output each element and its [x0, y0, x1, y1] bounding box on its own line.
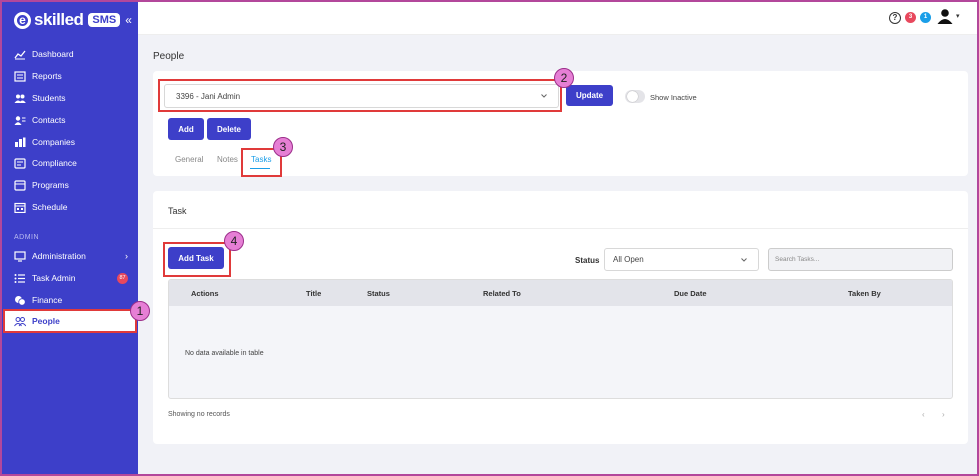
logo-text: skilled: [34, 10, 84, 29]
building-icon: [14, 137, 26, 148]
programs-icon: [14, 179, 26, 191]
sidebar: e skilled SMS « Dashboard Reports Studen…: [2, 2, 138, 474]
coins-icon: [14, 295, 26, 306]
prev-page-button[interactable]: ‹: [922, 410, 925, 419]
page-title: People: [153, 51, 185, 62]
sidebar-item-label: Administration: [32, 251, 86, 261]
records-info: Showing no records: [168, 411, 230, 418]
callout-4: 4: [224, 231, 244, 251]
sidebar-item-label: Task Admin: [32, 273, 76, 283]
column-header-related-to[interactable]: Related To: [483, 289, 521, 298]
add-task-button[interactable]: Add Task: [168, 247, 224, 269]
caret-down-icon[interactable]: ▾: [956, 12, 960, 20]
tasks-table: Actions Title Status Related To Due Date…: [168, 279, 953, 399]
column-header-title[interactable]: Title: [306, 289, 321, 298]
user-avatar-icon[interactable]: [937, 8, 953, 24]
top-bar: ? 3 1 ▾: [138, 2, 977, 35]
sidebar-item-label: Compliance: [32, 158, 77, 168]
search-tasks-input[interactable]: [768, 248, 953, 271]
help-icon[interactable]: ?: [889, 12, 901, 24]
people-icon: [14, 316, 26, 327]
logo-e-icon: e: [14, 11, 31, 29]
person-select-value: 3396 - Jani Admin: [176, 91, 241, 101]
sidebar-item-label: Finance: [32, 295, 63, 305]
sidebar-item-label: Students: [32, 93, 66, 103]
sidebar-item-label: People: [32, 316, 60, 326]
sidebar-item-label: Schedule: [32, 202, 68, 212]
sidebar-item-label: Reports: [32, 71, 62, 81]
eskilled-logo[interactable]: e skilled SMS «: [14, 10, 132, 30]
sidebar-item-people[interactable]: People: [3, 309, 137, 333]
active-tab-underline: [250, 168, 270, 169]
sidebar-item-label: Programs: [32, 180, 69, 190]
status-label: Status: [575, 256, 600, 265]
sidebar-item-companies[interactable]: Companies: [14, 134, 134, 150]
sidebar-item-label: Dashboard: [32, 49, 74, 59]
person-select[interactable]: 3396 - Jani Admin: [164, 84, 559, 108]
notification-badge-blue[interactable]: 1: [920, 12, 931, 23]
column-header-actions[interactable]: Actions: [191, 289, 219, 298]
tab-notes[interactable]: Notes: [217, 155, 238, 164]
sidebar-item-students[interactable]: Students: [14, 90, 134, 106]
empty-table-message: No data available in table: [185, 350, 264, 357]
divider: [153, 228, 968, 229]
task-admin-count-badge: 87: [117, 273, 128, 284]
contacts-icon: [14, 115, 26, 126]
column-header-status[interactable]: Status: [367, 289, 390, 298]
tab-general[interactable]: General: [175, 155, 203, 164]
callout-3: 3: [273, 137, 293, 157]
sidebar-item-reports[interactable]: Reports: [14, 68, 134, 84]
admin-section-label: ADMIN: [14, 234, 40, 241]
sidebar-item-contacts[interactable]: Contacts: [14, 112, 134, 128]
logo-sms-badge: SMS: [88, 13, 121, 27]
chevron-down-icon: [741, 258, 747, 262]
update-button[interactable]: Update: [566, 85, 613, 106]
sidebar-item-schedule[interactable]: Schedule: [14, 199, 134, 215]
collapse-sidebar-icon[interactable]: «: [125, 13, 132, 27]
notification-badge-red[interactable]: 3: [905, 12, 916, 23]
tab-tasks[interactable]: Tasks: [251, 155, 271, 164]
show-inactive-label: Show Inactive: [650, 93, 697, 102]
sidebar-item-task-admin[interactable]: Task Admin 87: [14, 270, 134, 286]
toggle-knob: [627, 91, 638, 102]
sidebar-item-compliance[interactable]: Compliance: [14, 155, 134, 171]
add-button[interactable]: Add: [168, 118, 204, 140]
column-header-taken-by[interactable]: Taken By: [848, 289, 881, 298]
list-icon: [14, 273, 26, 284]
sidebar-item-label: Companies: [32, 137, 75, 147]
compliance-icon: [14, 157, 26, 169]
callout-2: 2: [554, 68, 574, 88]
chevron-down-icon: [541, 94, 547, 98]
monitor-icon: [14, 250, 26, 262]
sidebar-item-programs[interactable]: Programs: [14, 177, 134, 193]
task-section-title: Task: [168, 206, 187, 216]
sidebar-item-administration[interactable]: Administration ›: [14, 248, 134, 264]
next-page-button[interactable]: ›: [942, 410, 945, 419]
line-chart-icon: [14, 49, 26, 60]
sidebar-item-label: Contacts: [32, 115, 66, 125]
report-icon: [14, 70, 26, 82]
chevron-right-icon: ›: [125, 251, 128, 261]
status-select-value: All Open: [613, 255, 644, 264]
column-header-due-date[interactable]: Due Date: [674, 289, 707, 298]
status-select[interactable]: All Open: [604, 248, 759, 271]
delete-button[interactable]: Delete: [207, 118, 251, 140]
sidebar-item-dashboard[interactable]: Dashboard: [14, 46, 134, 62]
calendar-icon: [14, 202, 26, 213]
table-header: Actions Title Status Related To Due Date…: [169, 280, 952, 306]
callout-1: 1: [130, 301, 150, 321]
sidebar-item-finance[interactable]: Finance: [14, 292, 134, 308]
users-icon: [14, 93, 26, 104]
